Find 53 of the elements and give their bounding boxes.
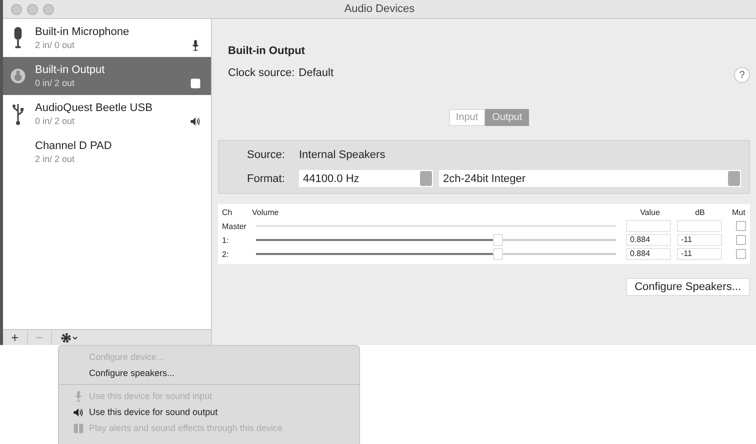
configure-speakers-button[interactable]: Configure Speakers... [626,278,750,296]
slider-thumb[interactable] [493,234,504,246]
device-channels: 0 in/ 2 out [35,116,76,126]
menu-item[interactable]: Use this device for sound output [59,404,359,420]
add-button[interactable]: + [3,330,27,345]
microphone-icon [190,40,200,51]
column-header: Volume [252,208,280,216]
gear-icon [60,332,80,344]
channel-label: 2: [222,250,230,258]
value-field[interactable] [626,220,671,232]
device-channels: 2 in/ 0 out [35,40,76,50]
device-name: AudioQuest Beetle USB [35,102,154,114]
menu-item[interactable]: Configure speakers... [59,365,359,381]
column-header: dB [694,208,706,216]
slider-thumb[interactable] [493,248,504,260]
device-channels: 2 in/ 2 out [35,154,76,164]
source-label: Source: [247,149,286,161]
db-field[interactable] [677,220,722,232]
window-title: Audio Devices [344,3,415,15]
db-field[interactable]: -11 [677,234,722,246]
device-item[interactable]: Built-in Microphone 2 in/ 0 out [3,19,211,57]
minimize-button[interactable] [27,4,38,15]
source-value: Internal Speakers [299,149,386,161]
close-button[interactable] [11,4,22,15]
device-name: Built-in Microphone [35,26,130,38]
channel-label: Master [222,222,248,230]
clock-source-value: Default [298,67,334,79]
device-title: Built-in Output [228,45,306,57]
format-dropdown[interactable]: 2ch-24bit Integer [439,170,741,187]
volume-slider[interactable] [256,248,616,260]
value-field[interactable]: 0.884 [626,234,671,246]
db-field[interactable]: -11 [677,248,722,260]
device-channels: 0 in/ 2 out [35,78,76,88]
column-header: Value [639,208,661,216]
device-item[interactable]: Built-in Output 0 in/ 2 out [3,57,211,95]
device-name: Channel D PAD [35,140,113,152]
sample-rate-dropdown[interactable]: 44100.0 Hz [299,170,433,187]
device-name: Built-in Output [35,64,106,76]
zoom-button[interactable] [43,4,54,15]
clock-source-label: Clock source: [228,67,295,79]
mute-checkbox[interactable] [736,249,746,259]
help-button[interactable]: ? [734,67,750,83]
usb-icon [10,103,26,125]
column-header: Ch [222,208,234,216]
microphone-icon [73,390,84,402]
device-item[interactable]: AudioQuest Beetle USB 0 in/ 2 out [3,95,211,133]
channel-label: 1: [222,236,230,244]
format-label: Format: [247,172,286,184]
value-field[interactable]: 0.884 [626,248,671,260]
device-item[interactable]: Channel D PAD 2 in/ 2 out [3,133,211,171]
volume-slider[interactable] [256,234,616,246]
mute-checkbox[interactable] [736,235,746,245]
column-header: Mut [732,208,746,216]
